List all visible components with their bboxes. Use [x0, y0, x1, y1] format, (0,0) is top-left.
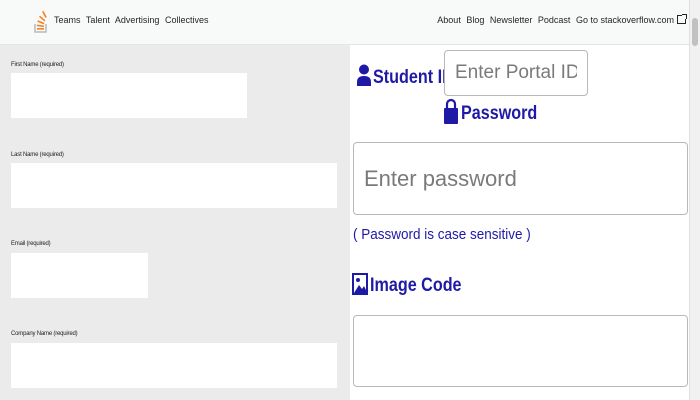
company-label: Company Name (required)	[11, 331, 78, 337]
top-links: About Blog Newsletter Podcast Go to stac…	[434, 14, 687, 25]
image-code-input[interactable]	[353, 315, 688, 387]
nav-advertising[interactable]: Advertising	[115, 15, 160, 25]
email-label: Email (required)	[11, 241, 51, 247]
company-field[interactable]	[11, 343, 337, 388]
password-input[interactable]	[353, 142, 688, 215]
nav-talent[interactable]: Talent	[86, 15, 110, 25]
nav-collectives[interactable]: Collectives	[165, 15, 209, 25]
first-name-field[interactable]	[11, 73, 247, 118]
link-podcast[interactable]: Podcast	[538, 15, 571, 25]
link-stackoverflow[interactable]: Go to stackoverflow.com	[576, 15, 674, 25]
password-hint: ( Password is case sensitive )	[353, 226, 531, 243]
link-newsletter[interactable]: Newsletter	[490, 15, 533, 25]
student-id-label: Student ID	[373, 67, 454, 88]
scrollbar-thumb[interactable]	[692, 18, 698, 46]
user-icon	[357, 64, 371, 86]
last-name-label: Last Name (required)	[11, 152, 64, 158]
email-field[interactable]	[11, 253, 148, 298]
lock-icon	[444, 98, 458, 124]
password-label: Password	[461, 103, 538, 124]
external-link-icon	[677, 14, 687, 24]
portal-id-input[interactable]	[444, 50, 588, 96]
stack-overflow-logo-icon[interactable]	[34, 9, 48, 33]
first-name-label: First Name (required)	[11, 62, 64, 68]
link-blog[interactable]: Blog	[466, 15, 484, 25]
top-bar: Teams Talent Advertising Collectives Abo…	[0, 0, 700, 45]
nav-teams[interactable]: Teams	[54, 15, 81, 25]
brand-nav: Teams Talent Advertising Collectives	[54, 15, 211, 25]
scrollbar[interactable]	[689, 0, 700, 400]
image-code-label: Image Code	[370, 275, 462, 296]
last-name-field[interactable]	[11, 163, 337, 208]
link-about[interactable]: About	[437, 15, 461, 25]
image-icon	[352, 273, 368, 295]
